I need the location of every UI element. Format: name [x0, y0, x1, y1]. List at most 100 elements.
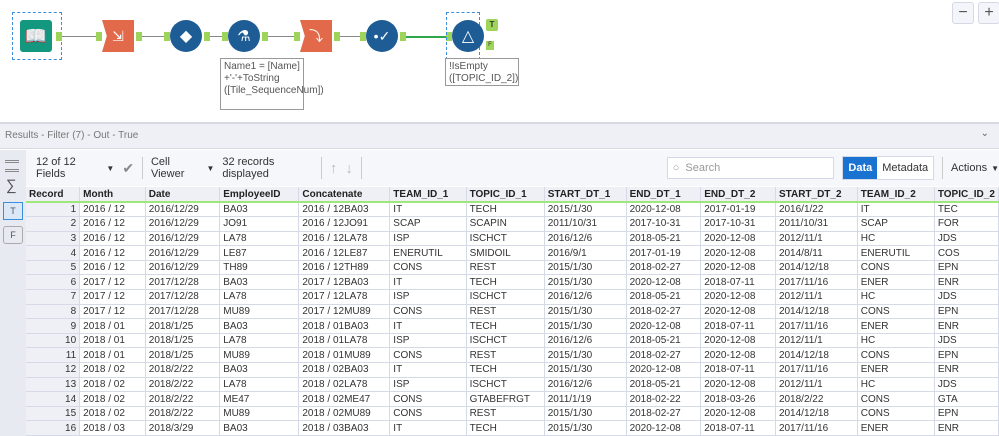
table-cell[interactable]: FOR: [934, 216, 999, 232]
arrow-down-icon[interactable]: ↓: [345, 160, 353, 177]
table-cell[interactable]: 2016 / 12JO91: [298, 216, 391, 232]
table-cell[interactable]: BA03: [219, 318, 300, 334]
table-cell[interactable]: 2018/1/25: [145, 318, 221, 334]
table-cell[interactable]: 2020-12-08: [700, 231, 776, 247]
table-cell[interactable]: 2016 / 12TH89: [298, 260, 391, 276]
table-cell[interactable]: 2016/12/29: [145, 231, 221, 247]
record-number[interactable]: 9: [26, 318, 81, 334]
table-cell[interactable]: TECH: [466, 362, 545, 378]
table-cell[interactable]: 2017-01-19: [626, 245, 702, 261]
table-cell[interactable]: 2017/12/28: [145, 304, 221, 320]
table-cell[interactable]: REST: [466, 406, 545, 422]
table-cell[interactable]: ISCHCT: [466, 231, 545, 247]
table-cell[interactable]: 2020-12-08: [700, 406, 776, 422]
column-header[interactable]: END_DT_2: [700, 187, 776, 203]
table-cell[interactable]: 2018-05-21: [626, 231, 702, 247]
table-cell[interactable]: LA78: [219, 289, 300, 305]
table-cell[interactable]: 2020-12-08: [700, 289, 776, 305]
table-cell[interactable]: 2020-12-08: [700, 377, 776, 393]
results-grid[interactable]: Record Month Date EmployeeID Concatenate TEAM…: [26, 187, 999, 436]
filter-false-anchor[interactable]: F: [486, 41, 494, 50]
record-number[interactable]: 3: [26, 231, 81, 247]
table-row[interactable]: 10 2018 / 01 2018/1/25 LA78 2018 / 01LA78 ISP…: [26, 333, 999, 349]
table-cell[interactable]: 2017 / 12: [79, 304, 146, 320]
table-cell[interactable]: IT: [389, 420, 467, 436]
table-cell[interactable]: 2012/11/1: [775, 289, 858, 305]
table-cell[interactable]: ENERUTIL: [857, 245, 935, 261]
record-number[interactable]: 1: [26, 202, 81, 218]
table-cell[interactable]: SMIDOIL: [466, 245, 545, 261]
apply-check-icon[interactable]: ✔: [122, 160, 134, 177]
table-row[interactable]: 9 2018 / 01 2018/1/25 BA03 2018 / 01BA03 IT TE…: [26, 318, 999, 334]
table-cell[interactable]: ISP: [389, 333, 467, 349]
table-cell[interactable]: BA03: [219, 362, 300, 378]
column-header[interactable]: Concatenate: [298, 187, 391, 203]
table-cell[interactable]: COS: [934, 245, 999, 261]
record-number[interactable]: 11: [26, 347, 81, 364]
column-header[interactable]: Month: [79, 187, 146, 203]
table-view-icon[interactable]: [5, 160, 19, 172]
table-cell[interactable]: ENR: [934, 420, 999, 436]
table-cell[interactable]: 2020-12-08: [700, 260, 776, 276]
table-cell[interactable]: 2020-12-08: [626, 362, 702, 378]
table-cell[interactable]: CONS: [389, 406, 467, 422]
table-cell[interactable]: GTABEFRGT: [466, 391, 545, 407]
table-cell[interactable]: SCAP: [389, 216, 467, 232]
table-cell[interactable]: 2018 / 03: [79, 420, 146, 436]
column-header[interactable]: Record: [26, 187, 81, 203]
table-cell[interactable]: 2018 / 02BA03: [298, 362, 391, 378]
table-cell[interactable]: LA78: [219, 377, 300, 393]
table-cell[interactable]: 2018 / 02MU89: [298, 406, 391, 422]
table-cell[interactable]: 2017/11/16: [775, 362, 858, 378]
table-cell[interactable]: 2018-07-11: [700, 362, 776, 378]
table-cell[interactable]: 2018 / 03BA03: [298, 420, 391, 436]
record-number[interactable]: 8: [26, 304, 81, 320]
table-cell[interactable]: 2017 / 12LA78: [298, 289, 391, 305]
table-cell[interactable]: 2014/12/18: [775, 347, 858, 364]
select-tool-icon[interactable]: •✓: [366, 20, 398, 52]
table-cell[interactable]: 2016/12/6: [544, 231, 627, 247]
table-cell[interactable]: BA03: [219, 202, 300, 218]
table-cell[interactable]: 2015/1/30: [544, 260, 627, 276]
table-cell[interactable]: 2018 / 02LA78: [298, 377, 391, 393]
table-cell[interactable]: 2018-03-26: [700, 391, 776, 407]
table-cell[interactable]: MU89: [219, 347, 300, 364]
table-cell[interactable]: EPN: [934, 304, 999, 320]
table-cell[interactable]: 2015/1/30: [544, 420, 627, 436]
table-cell[interactable]: JDS: [934, 377, 999, 393]
table-cell[interactable]: 2012/11/1: [775, 231, 858, 247]
table-cell[interactable]: 2018 / 01: [79, 318, 146, 334]
column-header[interactable]: TOPIC_ID_1: [466, 187, 545, 203]
input-data-tool-icon[interactable]: 📖: [20, 20, 52, 52]
column-header[interactable]: START_DT_2: [775, 187, 858, 203]
table-cell[interactable]: 2017/11/16: [775, 420, 858, 436]
column-header[interactable]: TEAM_ID_1: [389, 187, 467, 203]
table-cell[interactable]: 2016/9/1: [544, 245, 627, 261]
transpose-tool-icon[interactable]: ⇲: [102, 20, 134, 52]
record-number[interactable]: 15: [26, 406, 81, 422]
table-cell[interactable]: BA03: [219, 420, 300, 436]
table-row[interactable]: 1 2016 / 12 2016/12/29 BA03 2016 / 12BA03 IT T…: [26, 202, 999, 218]
zoom-in-button[interactable]: +: [978, 2, 999, 24]
table-cell[interactable]: 2016/12/6: [544, 289, 627, 305]
table-cell[interactable]: 2016/12/29: [145, 216, 221, 232]
table-cell[interactable]: GTA: [934, 391, 999, 407]
table-cell[interactable]: 2018-02-27: [626, 347, 702, 364]
table-cell[interactable]: REST: [466, 304, 545, 320]
table-cell[interactable]: EPN: [934, 347, 999, 364]
table-cell[interactable]: JDS: [934, 333, 999, 349]
table-cell[interactable]: 2016 / 12BA03: [298, 202, 391, 218]
table-cell[interactable]: CONS: [857, 406, 935, 422]
column-header[interactable]: START_DT_1: [544, 187, 627, 203]
table-row[interactable]: 3 2016 / 12 2016/12/29 LA78 2016 / 12LA78 ISP…: [26, 231, 999, 247]
chevron-down-icon[interactable]: ▼: [206, 164, 214, 173]
table-cell[interactable]: 2018/2/22: [145, 391, 221, 407]
table-cell[interactable]: 2015/1/30: [544, 202, 627, 218]
collapse-chevron-icon[interactable]: ⌄: [981, 128, 989, 139]
table-cell[interactable]: CONS: [857, 260, 935, 276]
table-cell[interactable]: 2018-05-21: [626, 377, 702, 393]
record-number[interactable]: 12: [26, 362, 81, 378]
table-cell[interactable]: 2018/1/25: [145, 347, 221, 364]
formula-tool-icon[interactable]: ⚗: [228, 20, 260, 52]
column-header[interactable]: END_DT_1: [626, 187, 702, 203]
